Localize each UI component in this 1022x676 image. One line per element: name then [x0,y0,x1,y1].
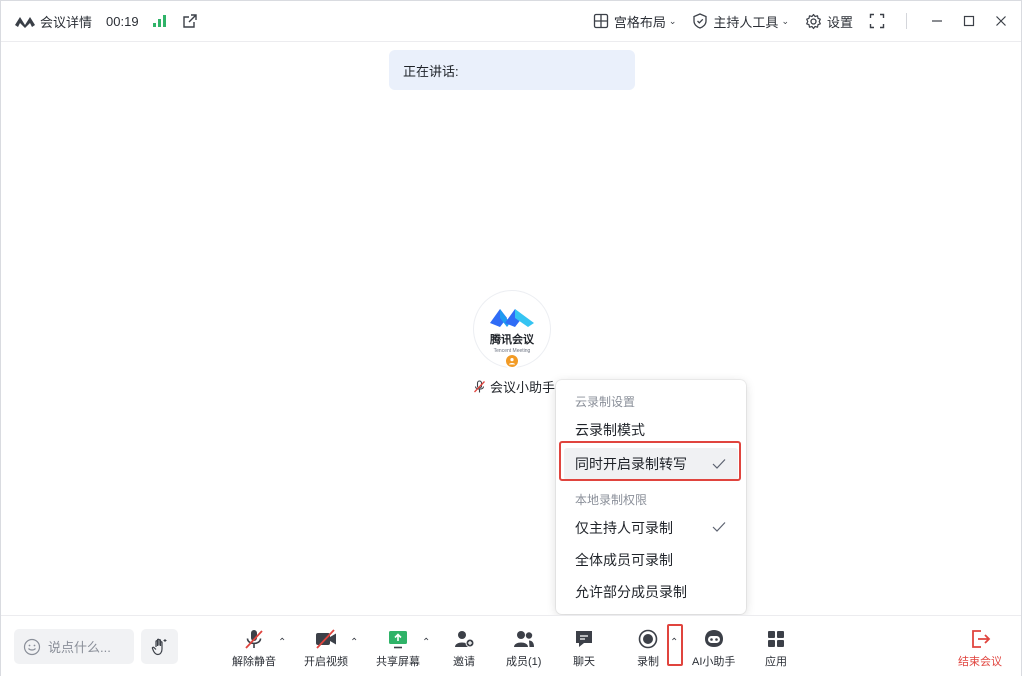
meeting-window: 会议详情 00:19 宫格布局 ⌄ 主持人工具 ⌄ 设置 正在讲话: 腾讯会议 … [0,0,1022,676]
record-options-menu: 云录制设置 云录制模式 同时开启录制转写 本地录制权限 仅主持人可录制 全体成员… [556,380,746,614]
record-options-caret[interactable]: ⌃ [670,637,678,648]
chevron-down-icon: ⌄ [781,15,789,26]
members-icon [513,631,534,647]
unmute-button[interactable]: 解除静音 [232,628,276,669]
menu-item-label: 同时开启录制转写 [575,456,687,472]
titlebar-divider [906,13,907,29]
shield-check-icon [693,13,708,29]
ai-assistant-button[interactable]: AI小助手 [692,628,735,669]
settings-label: 设置 [826,14,853,30]
share-options-caret[interactable]: ⌃ [422,637,430,648]
menu-item-all-members-record[interactable]: 全体成员可录制 [556,544,746,576]
chat-label: 聊天 [573,656,595,668]
checkmark-icon [712,459,726,469]
share-screen-label: 共享屏幕 [376,656,420,668]
menu-item-label: 仅主持人可录制 [575,520,673,536]
settings-button[interactable]: 设置 [805,12,853,31]
participant-name: 会议小助手 [473,377,555,396]
participant-name-label: 会议小助手 [490,380,556,395]
tencent-meeting-logo-icon [15,17,35,28]
local-recording-section-title: 本地录制权限 [575,492,648,507]
menu-item-some-members-record[interactable]: 允许部分成员录制 [556,576,746,608]
chat-icon [576,631,592,647]
cloud-recording-section-title: 云录制设置 [575,394,636,409]
exit-icon [972,630,991,648]
fullscreen-icon [869,13,885,29]
grid-layout-button[interactable]: 宫格布局 ⌄ [593,12,677,31]
emoji-icon [23,638,41,655]
members-button[interactable]: 成员(1) [506,628,541,669]
audio-options-caret[interactable]: ⌃ [278,637,286,648]
end-meeting-button[interactable]: 结束会议 [958,628,1002,669]
fullscreen-button[interactable] [869,13,890,29]
record-button[interactable]: 录制 [637,628,659,669]
title-bar: 会议详情 00:19 宫格布局 ⌄ 主持人工具 ⌄ 设置 [1,1,1021,42]
apps-label: 应用 [765,656,787,668]
menu-item-host-only-record[interactable]: 仅主持人可录制 [556,512,746,544]
apps-button[interactable]: 应用 [765,628,787,669]
gear-icon [806,13,821,29]
invite-button[interactable]: 邀请 [453,628,475,669]
host-tools-button[interactable]: 主持人工具 ⌄ [692,12,789,31]
minimize-icon [932,20,942,22]
menu-item-label: 全体成员可录制 [575,552,673,568]
end-meeting-label: 结束会议 [958,656,1002,668]
close-icon [996,16,1006,26]
quick-chat-placeholder: 说点什么... [48,640,111,655]
meeting-duration: 00:19 [106,13,139,29]
share-screen-icon [389,631,407,649]
share-screen-button[interactable]: 共享屏幕 [376,628,420,669]
bottom-toolbar: 说点什么... 解除静音 ⌃ 开启视频 ⌃ 共享屏幕 ⌃ 邀请 成员(1) 聊天… [1,615,1021,676]
signal-strength-icon[interactable] [152,15,166,27]
ai-assistant-icon [704,630,723,647]
maximize-button[interactable] [953,1,985,42]
ai-assistant-label: AI小助手 [692,656,736,668]
grid-layout-label: 宫格布局 [613,14,666,30]
record-icon [638,629,658,649]
meeting-details-link[interactable]: 会议详情 [40,12,92,31]
external-link-icon[interactable] [182,13,198,29]
speaking-label: 正在讲话: [403,63,459,79]
tencent-meeting-logo-icon [490,308,534,327]
minimize-button[interactable] [921,1,953,42]
record-label: 录制 [637,656,659,668]
chat-button[interactable]: 聊天 [573,628,595,669]
video-off-icon [316,629,336,649]
invite-label: 邀请 [453,656,475,668]
checkmark-icon [712,522,726,532]
add-user-icon [455,631,475,648]
start-video-button[interactable]: 开启视频 [304,628,348,669]
members-label: 成员(1) [506,656,542,668]
avatar-brand-text: 腾讯会议 [490,333,534,346]
microphone-muted-icon [245,630,263,649]
speaking-indicator: 正在讲话: [389,50,635,90]
menu-item-record-with-transcription[interactable]: 同时开启录制转写 [564,448,738,480]
maximize-icon [963,15,975,27]
menu-item-label: 云录制模式 [575,422,645,438]
quick-chat-input[interactable]: 说点什么... [14,629,134,664]
raise-hand-button[interactable] [141,629,178,664]
raise-hand-icon [151,638,166,655]
menu-item-cloud-record-mode[interactable]: 云录制模式 [556,414,746,446]
title-bar-left: 会议详情 00:19 [1,1,198,41]
host-tools-label: 主持人工具 [713,14,779,30]
chevron-down-icon: ⌄ [668,15,677,26]
participant-tile[interactable]: 腾讯会议 Tencent Meeting [474,291,550,369]
close-button[interactable] [985,1,1017,42]
apps-icon [768,631,784,647]
grid-layout-icon [593,13,609,29]
microphone-muted-icon [474,379,485,392]
title-bar-right: 宫格布局 ⌄ 主持人工具 ⌄ 设置 [593,1,1021,41]
start-video-label: 开启视频 [304,656,348,668]
unmute-label: 解除静音 [232,656,276,668]
video-options-caret[interactable]: ⌃ [350,637,358,648]
menu-item-label: 允许部分成员录制 [575,584,687,600]
host-badge-icon [504,353,520,369]
